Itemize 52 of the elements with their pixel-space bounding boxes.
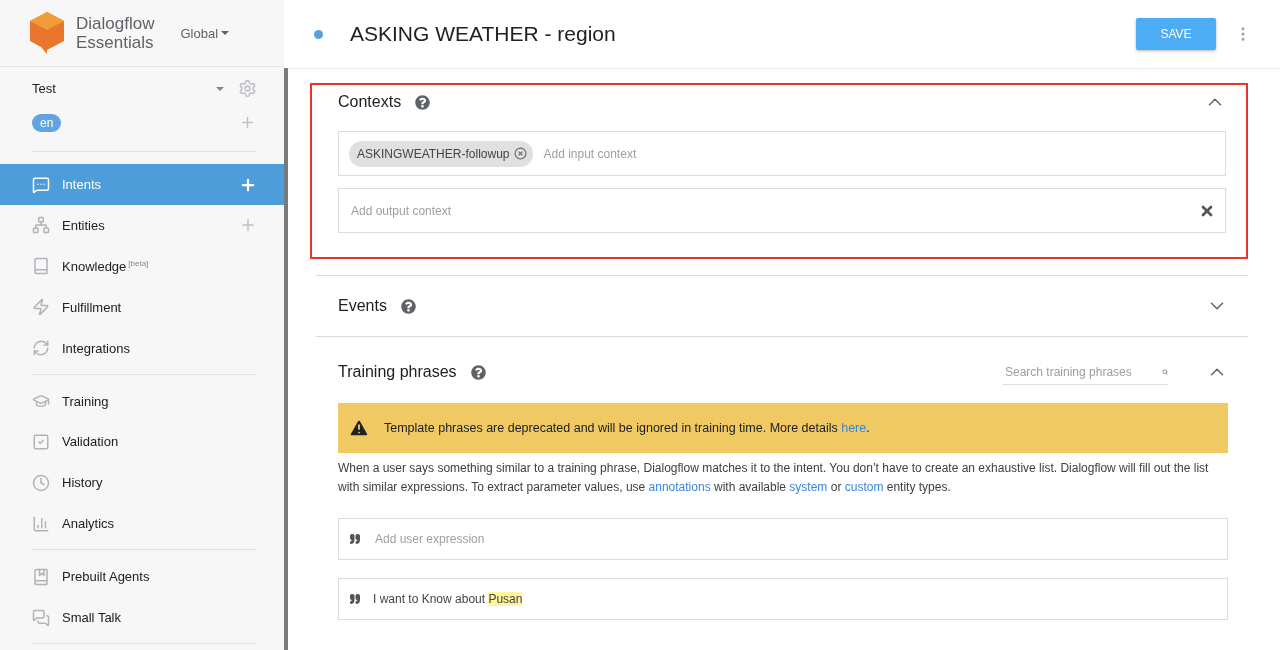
link[interactable]: custom	[844, 480, 884, 494]
book-icon	[32, 257, 50, 276]
input-context-field[interactable]: ASKINGWEATHER-followup Add input context	[338, 131, 1226, 176]
nav-item[interactable]: Training	[0, 380, 284, 422]
bar-chart-icon	[32, 514, 50, 533]
lightning-icon	[32, 298, 50, 317]
description-text: When a user says something similar to a training phrase, Dialogflow matches it to the intent. You don’t have to create an exhaustive list. Dialogflow will fill out the list with similar expressions. To extract parameter values, use annotations with available system or custom entity types.	[338, 460, 1210, 496]
input-context-input[interactable]: Add input context	[541, 145, 1215, 162]
output-context-input[interactable]: Add output context	[349, 202, 1191, 219]
user-expression-field[interactable]: Add user expression	[338, 518, 1228, 560]
help-icon[interactable]	[415, 94, 431, 110]
help-icon[interactable]	[470, 364, 486, 380]
nav-item[interactable]: Fulfillment	[0, 286, 284, 328]
nav-item[interactable]: History	[0, 462, 284, 504]
nav-item[interactable]: Knowledge$^{[beta]}$	[0, 245, 284, 287]
cube-logo-icon	[30, 12, 64, 54]
agent-dropdown-caret-icon[interactable]	[216, 86, 224, 91]
link[interactable]: annotations	[648, 480, 711, 494]
remove-icon[interactable]	[514, 147, 528, 160]
nav-item[interactable]: Small Talk	[0, 597, 284, 638]
chat-bubble-icon	[32, 175, 50, 194]
user-expression-input[interactable]: Add user expression	[373, 531, 1217, 547]
chat-bubbles-icon	[32, 608, 50, 627]
quote-icon	[349, 533, 361, 545]
clock-icon	[32, 473, 50, 492]
section-title: Training phrases	[338, 363, 457, 381]
intent-title: ASKING WEATHER - region	[350, 22, 617, 46]
brand-name: Dialogflow Essentials	[76, 14, 155, 52]
nav-item[interactable]: Entities	[0, 204, 284, 246]
scrollbar[interactable]	[284, 68, 288, 650]
training-phrase[interactable]: I want to Know about Pusan	[338, 578, 1228, 620]
hierarchy-icon	[32, 216, 50, 235]
output-context-field[interactable]: Add output context	[338, 188, 1226, 233]
nav-item[interactable]: Analytics	[0, 503, 284, 545]
nav-item[interactable]: Validation	[0, 421, 284, 463]
search-field[interactable]: Search training phrases	[1003, 359, 1168, 385]
context-chip[interactable]: ASKINGWEATHER-followup	[349, 140, 534, 167]
region-dropdown[interactable]: Global	[180, 25, 229, 41]
status-dot	[314, 29, 323, 39]
bookmark-book-icon	[32, 567, 50, 586]
nav-item[interactable]: Prebuilt Agents	[0, 556, 284, 598]
refresh-icon	[32, 339, 50, 358]
link[interactable]: system	[789, 480, 828, 494]
help-icon[interactable]	[400, 298, 416, 314]
warning-text: Template phrases are deprecated and will be ignored in training time. More details here.	[384, 421, 870, 435]
agent-name: Test	[32, 81, 57, 97]
warning-icon	[348, 417, 370, 439]
nav-item[interactable]: Integrations	[0, 327, 284, 369]
quote-icon	[349, 593, 361, 605]
section-title: Events	[338, 297, 387, 315]
checkbox-icon	[32, 432, 50, 451]
section-title: Contexts	[338, 93, 402, 111]
